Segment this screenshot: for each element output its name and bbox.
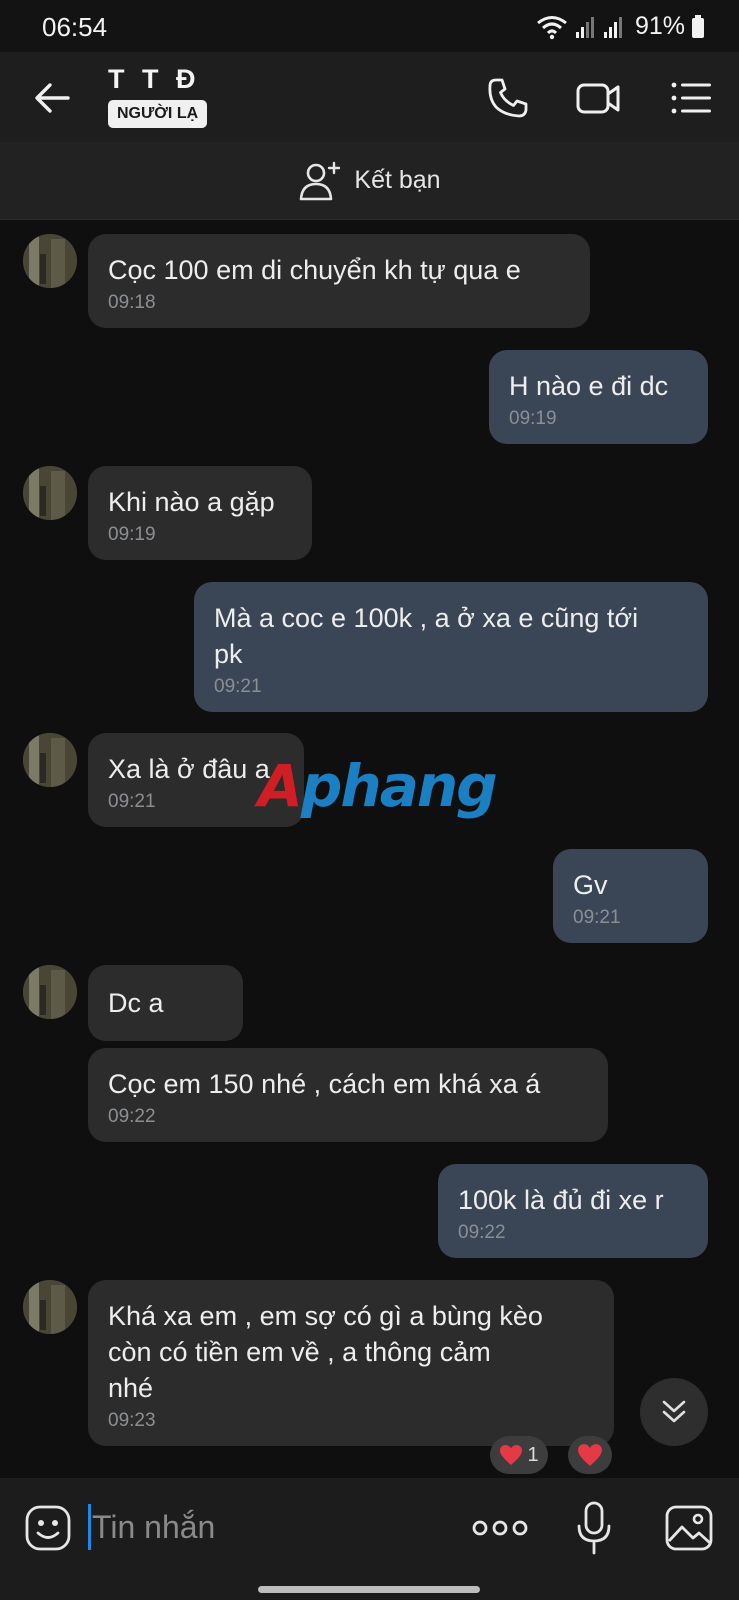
avatar[interactable] — [23, 1280, 77, 1334]
message-text: Dc a — [108, 988, 164, 1018]
message-text: Gv — [573, 870, 608, 900]
react-button[interactable] — [568, 1436, 612, 1474]
message-bubble-outgoing[interactable]: H nào e đi dc 09:19 — [489, 350, 708, 444]
message-time: 09:23 — [108, 1410, 156, 1431]
battery-percent: 91% — [634, 12, 685, 40]
message-bubble-outgoing[interactable]: Mà a coc e 100k , a ở xa e cũng tới pk 0… — [194, 582, 708, 712]
message-time: 09:22 — [108, 1106, 156, 1127]
system-nav-bar — [0, 1576, 739, 1600]
phone-icon[interactable] — [484, 74, 532, 122]
message-text: Cọc 100 em di chuyển kh tự qua e — [108, 255, 521, 285]
add-person-icon — [300, 161, 341, 200]
watermark-first-letter: A — [258, 752, 303, 820]
composer-bar — [0, 1478, 739, 1576]
stranger-badge: NGƯỜI LẠ — [108, 100, 208, 128]
message-bubble-incoming[interactable]: Khá xa em , em sợ có gì a bùng kèo còn c… — [88, 1280, 614, 1446]
image-icon[interactable] — [664, 1504, 714, 1552]
heart-icon — [578, 1444, 602, 1466]
message-time: 09:18 — [108, 292, 156, 313]
message-bubble-outgoing[interactable]: Gv 09:21 — [553, 849, 708, 943]
back-arrow-icon[interactable] — [30, 76, 74, 120]
status-bar: 06:54 91% — [0, 0, 739, 52]
message-bubble-incoming[interactable]: Khi nào a gặp 09:19 — [88, 466, 312, 560]
heart-icon — [500, 1445, 523, 1465]
message-time: 09:19 — [108, 524, 156, 545]
more-dots-icon[interactable] — [470, 1508, 530, 1548]
message-time: 09:21 — [573, 907, 621, 928]
message-text: Khá xa em , em sợ có gì a bùng kèo còn c… — [108, 1301, 543, 1403]
message-text: Khi nào a gặp — [108, 487, 275, 517]
microphone-icon[interactable] — [574, 1500, 614, 1556]
watermark-rest: phang — [300, 752, 498, 820]
message-input[interactable] — [92, 1502, 442, 1552]
message-time: 09:22 — [458, 1222, 506, 1243]
message-bubble-incoming[interactable]: Cọc em 150 nhé , cách em khá xa á 09:22 — [88, 1048, 608, 1142]
text-caret — [88, 1504, 91, 1550]
add-friend-label: Kết bạn — [354, 166, 441, 194]
message-text: Mà a coc e 100k , a ở xa e cũng tới pk — [214, 603, 639, 669]
avatar[interactable] — [23, 466, 77, 520]
status-icons: 91% — [535, 12, 705, 41]
signal-icon — [603, 16, 622, 38]
message-bubble-incoming[interactable]: Dc a — [88, 965, 243, 1041]
status-time: 06:54 — [42, 12, 108, 42]
double-chevron-down-icon — [662, 1400, 686, 1423]
message-bubble-outgoing[interactable]: 100k là đủ đi xe r 09:22 — [438, 1164, 708, 1258]
contact-name[interactable]: T T Đ — [108, 64, 201, 95]
message-time: 09:19 — [509, 408, 557, 429]
message-bubble-incoming[interactable]: Cọc 100 em di chuyển kh tự qua e 09:18 — [88, 234, 590, 328]
home-handle[interactable] — [258, 1586, 480, 1593]
chat-header: T T Đ NGƯỜI LẠ — [0, 52, 739, 142]
avatar[interactable] — [23, 234, 77, 288]
video-camera-icon[interactable] — [574, 74, 622, 122]
scroll-to-bottom-button[interactable] — [640, 1378, 708, 1446]
add-friend-bar[interactable]: Kết bạn — [0, 142, 739, 220]
reaction-count-number: 1 — [527, 1443, 539, 1466]
message-text: Cọc em 150 nhé , cách em khá xa á — [108, 1069, 541, 1099]
avatar[interactable] — [23, 965, 77, 1019]
reaction-count[interactable]: 1 — [490, 1436, 548, 1474]
watermark-logo: Aphang — [258, 752, 498, 820]
signal-icon — [575, 16, 594, 38]
message-text: 100k là đủ đi xe r — [458, 1185, 664, 1215]
wifi-icon — [537, 15, 567, 39]
message-text: H nào e đi dc — [509, 371, 669, 401]
sticker-face-icon[interactable] — [24, 1504, 72, 1552]
battery-icon — [692, 14, 704, 38]
message-time: 09:21 — [214, 676, 262, 697]
list-menu-icon[interactable] — [668, 74, 716, 122]
avatar[interactable] — [23, 733, 77, 787]
